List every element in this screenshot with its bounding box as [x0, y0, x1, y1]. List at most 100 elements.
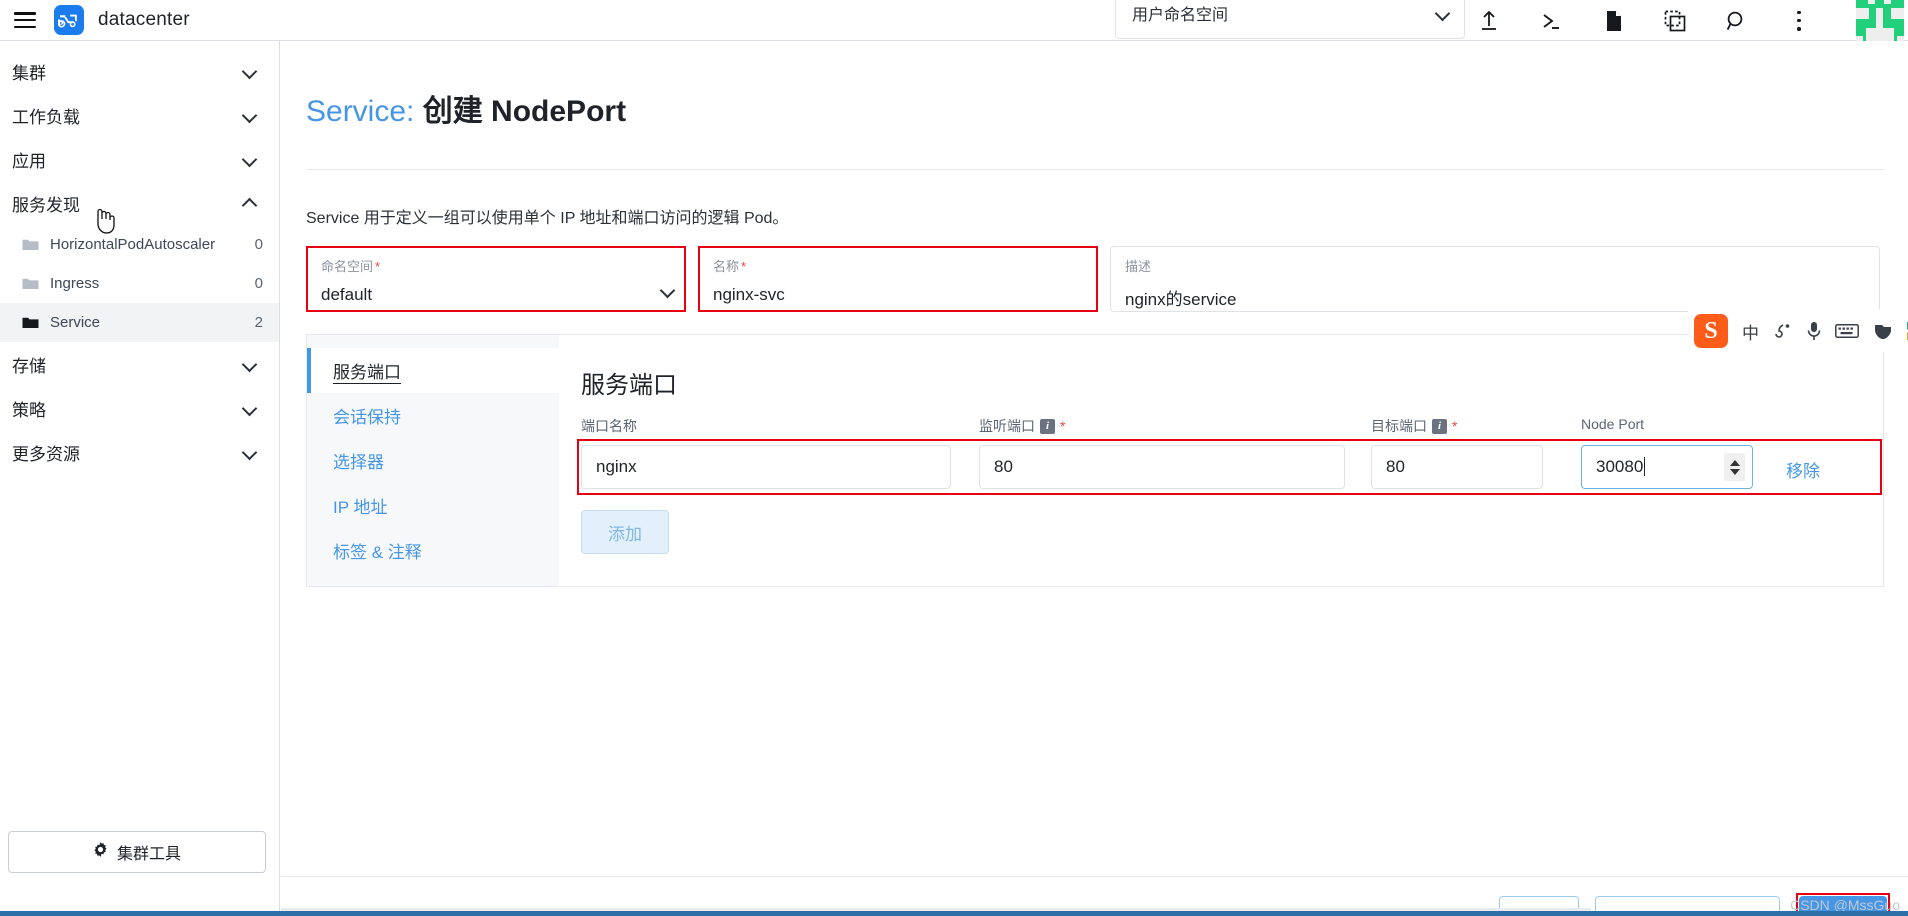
tab-session-affinity[interactable]: 会话保持 — [307, 393, 559, 438]
sidebar-group-policy[interactable]: 策略 — [0, 386, 279, 430]
search-icon[interactable] — [1726, 9, 1748, 33]
sidebar-group-more-resources[interactable]: 更多资源 — [0, 430, 279, 474]
node-port-value: 30080 — [1596, 457, 1644, 476]
sidebar-item-count: 2 — [254, 314, 263, 331]
page-description: Service 用于定义一组可以使用单个 IP 地址和端口访问的逻辑 Pod。 — [306, 210, 789, 227]
document-icon[interactable] — [1602, 9, 1624, 33]
chevron-up-icon — [243, 196, 257, 210]
stepper-up-icon[interactable] — [1729, 459, 1740, 466]
listen-port-value: 80 — [994, 457, 1013, 476]
port-name-value: nginx — [596, 457, 637, 476]
terminal-icon[interactable] — [1540, 9, 1562, 33]
upload-icon[interactable] — [1478, 9, 1500, 33]
sidebar-group-workloads[interactable]: 工作负载 — [0, 93, 279, 137]
sidebar-group-service-discovery[interactable]: 服务发现 — [0, 181, 279, 225]
tab-service-ports[interactable]: 服务端口 — [307, 348, 559, 393]
chevron-down-icon — [243, 445, 257, 459]
ime-skin-icon[interactable] — [1873, 322, 1893, 340]
sidebar-group-label: 集群 — [12, 63, 46, 83]
ime-mode-chinese[interactable]: 中 — [1742, 319, 1759, 344]
application-window: datacenter 用户命名空间 集群 工作负载 应用 服务发现 Horizo… — [0, 0, 1908, 916]
sidebar-group-label: 存储 — [12, 356, 46, 376]
description-field[interactable]: 描述 nginx的service — [1110, 246, 1880, 312]
column-label-node-port: Node Port — [1581, 416, 1645, 432]
chevron-down-icon — [243, 152, 257, 166]
sidebar-item-label: Ingress — [50, 275, 100, 292]
sogou-ime-logo-icon[interactable]: S — [1694, 314, 1728, 348]
text-caret — [1644, 457, 1646, 476]
tab-label: IP 地址 — [333, 498, 388, 517]
tab-labels-annotations[interactable]: 标签 & 注释 — [307, 528, 559, 573]
namespace-field[interactable]: 命名空间 * default — [306, 246, 686, 312]
namespace-scope-value: 用户命名空间 — [1132, 7, 1229, 24]
sidebar-item-horizontalpodautoscaler[interactable]: HorizontalPodAutoscaler 0 — [0, 225, 279, 264]
tab-selector[interactable]: 选择器 — [307, 438, 559, 483]
page-title-main: 创建 NodePort — [422, 95, 627, 128]
service-name-field[interactable]: 名称 * nginx-svc — [698, 246, 1098, 312]
target-port-value: 80 — [1386, 457, 1405, 476]
datacenter-logo-icon — [54, 5, 84, 35]
taskbar-strip — [0, 911, 1908, 916]
sidebar-group-storage[interactable]: 存储 — [0, 342, 279, 386]
service-config-card: 服务端口 会话保持 选择器 IP 地址 标签 & 注释 服务端口 端口名称 监听… — [306, 334, 1884, 587]
sidebar-item-ingress[interactable]: Ingress 0 — [0, 264, 279, 303]
chevron-down-icon — [243, 401, 257, 415]
node-port-stepper[interactable] — [1724, 453, 1745, 481]
sidebar-item-label: HorizontalPodAutoscaler — [50, 236, 216, 253]
folder-icon — [22, 238, 39, 251]
ime-toolbar: S 中 — [1688, 310, 1908, 352]
main-content: Service: 创建 NodePort Service 用于定义一组可以使用单… — [281, 41, 1908, 916]
config-tab-list: 服务端口 会话保持 选择器 IP 地址 标签 & 注释 — [307, 335, 559, 586]
folder-icon — [22, 316, 39, 329]
ime-keyboard-icon[interactable] — [1835, 323, 1859, 339]
cluster-tools-button[interactable]: 集群工具 — [8, 831, 266, 873]
sidebar-group-label: 更多资源 — [12, 444, 80, 464]
namespace-scope-select[interactable]: 用户命名空间 — [1115, 0, 1465, 39]
namespace-field-label: 命名空间 * — [321, 259, 381, 274]
sidebar-item-label: Service — [50, 314, 101, 331]
sidebar-group-cluster[interactable]: 集群 — [0, 49, 279, 93]
sidebar: 集群 工作负载 应用 服务发现 HorizontalPodAutoscaler … — [0, 41, 280, 916]
identity-field-row: 命名空间 * default 名称 * nginx-svc 描述 nginx的ser… — [306, 246, 1884, 312]
add-port-button[interactable]: 添加 — [581, 510, 669, 554]
ime-voice-icon[interactable] — [1807, 321, 1821, 341]
port-name-input[interactable]: nginx — [581, 445, 951, 489]
sidebar-item-count: 0 — [254, 236, 263, 253]
chevron-down-icon — [661, 283, 675, 297]
service-port-row: nginx 80 80 30080 移除 — [581, 445, 1871, 489]
clone-icon[interactable] — [1664, 9, 1686, 33]
description-field-label: 描述 — [1125, 259, 1152, 274]
target-port-input[interactable]: 80 — [1371, 445, 1543, 489]
ime-punctuation-icon[interactable] — [1773, 322, 1793, 340]
sidebar-group-label: 策略 — [12, 400, 46, 420]
hamburger-icon[interactable] — [14, 12, 36, 28]
sidebar-item-count: 0 — [254, 275, 263, 292]
stepper-down-icon[interactable] — [1729, 468, 1740, 475]
column-label-port-name: 端口名称 — [581, 418, 637, 434]
tab-label: 标签 & 注释 — [333, 543, 422, 562]
sidebar-group-label: 工作负载 — [12, 107, 80, 127]
info-icon[interactable]: i — [1432, 418, 1447, 434]
title-divider — [306, 169, 1884, 170]
top-bar: datacenter 用户命名空间 — [0, 0, 1908, 42]
service-name-field-value: nginx-svc — [713, 285, 785, 304]
sidebar-group-apps[interactable]: 应用 — [0, 137, 279, 181]
service-ports-panel: 服务端口 端口名称 监听端口 i * 目标端口 i * Node Port ng… — [559, 335, 1883, 586]
topbar-icon-group — [1478, 0, 1810, 41]
info-icon[interactable]: i — [1040, 418, 1055, 434]
sidebar-item-service[interactable]: Service 2 — [0, 303, 279, 342]
page-title: Service: 创建 NodePort — [306, 86, 626, 130]
column-label-listen-port: 监听端口 i * — [979, 418, 1066, 434]
chevron-down-icon — [243, 108, 257, 122]
chevron-down-icon — [243, 357, 257, 371]
tab-label: 会话保持 — [333, 408, 401, 427]
description-field-value: nginx的service — [1125, 290, 1237, 309]
listen-port-input[interactable]: 80 — [979, 445, 1345, 489]
port-column-labels: 端口名称 监听端口 i * 目标端口 i * Node Port — [581, 416, 1861, 436]
more-vertical-icon[interactable] — [1788, 9, 1810, 33]
remove-port-link[interactable]: 移除 — [1786, 457, 1820, 482]
page-title-prefix: Service: — [306, 95, 415, 128]
panel-title: 服务端口 — [581, 372, 677, 399]
tab-ip-address[interactable]: IP 地址 — [307, 483, 559, 528]
node-port-input[interactable]: 30080 — [1581, 445, 1753, 489]
